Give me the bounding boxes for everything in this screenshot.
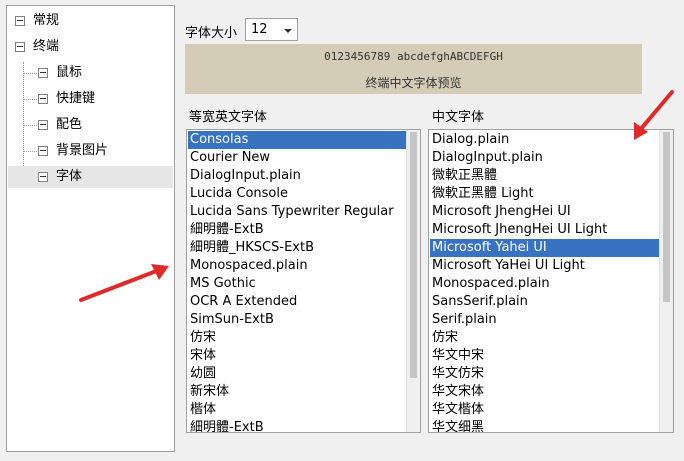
font-list-item[interactable]: 华文细黑 — [430, 419, 659, 432]
font-list-item[interactable]: OCR A Extended — [188, 293, 406, 311]
tree-item-font[interactable]: 字体 — [8, 166, 173, 188]
tree-item-general[interactable]: 常规 — [15, 10, 59, 32]
font-list-item[interactable]: 微軟正黑體 — [430, 167, 659, 185]
collapse-icon[interactable] — [15, 42, 25, 52]
chevron-down-icon — [284, 29, 292, 33]
font-list-item[interactable]: Microsoft JhengHei UI Light — [430, 221, 659, 239]
font-list-item[interactable]: Serif.plain — [430, 311, 659, 329]
preview-sample-text: 0123456789 abcdefghABCDEFGH — [324, 50, 503, 63]
chinese-font-scrollbar[interactable] — [659, 130, 673, 432]
font-list-item[interactable]: 华文中宋 — [430, 347, 659, 365]
tree-item-colors[interactable]: 配色 — [38, 114, 82, 136]
font-list-item[interactable]: 細明體-ExtB — [188, 419, 406, 432]
font-list-item[interactable]: 华文楷体 — [430, 401, 659, 419]
font-list-item[interactable]: DialogInput.plain — [188, 167, 406, 185]
tree-item-background-image[interactable]: 背景图片 — [38, 140, 108, 162]
tree-item-shortcuts[interactable]: 快捷键 — [38, 88, 95, 110]
english-font-items: Consolas Courier New DialogInput.plain Luci… — [188, 131, 406, 432]
tree-item-label: 背景图片 — [56, 143, 109, 158]
font-size-label: 字体大小 — [185, 26, 238, 41]
english-font-heading: 等宽英文字体 — [189, 110, 268, 125]
tree-item-label: 快捷键 — [56, 91, 96, 106]
font-list-item[interactable]: 华文仿宋 — [430, 365, 659, 383]
font-list-item[interactable]: DialogInput.plain — [430, 149, 659, 167]
font-list-item[interactable]: 宋体 — [188, 347, 406, 365]
tree-item-terminal[interactable]: 终端 — [15, 36, 59, 58]
font-list-item[interactable]: Microsoft JhengHei UI — [430, 203, 659, 221]
tree-connector — [23, 73, 37, 74]
font-list-item[interactable]: Microsoft Yahei UI — [430, 239, 659, 257]
settings-tree: 常规 终端 鼠标 快捷键 配色 背景图片 字体 — [6, 5, 175, 452]
collapse-icon[interactable] — [38, 94, 48, 104]
collapse-icon[interactable] — [38, 172, 48, 182]
tree-connector — [23, 151, 37, 152]
font-list-item[interactable]: Dialog.plain — [430, 131, 659, 149]
font-list-item[interactable]: Monospaced.plain — [188, 257, 406, 275]
font-list-item[interactable]: Courier New — [188, 149, 406, 167]
collapse-icon[interactable] — [38, 68, 48, 78]
scrollbar-thumb[interactable] — [663, 132, 670, 302]
font-list-item[interactable]: 幼圆 — [188, 365, 406, 383]
font-preview: 0123456789 abcdefghABCDEFGH 终端中文字体预览 — [185, 44, 642, 94]
tree-item-label: 终端 — [33, 39, 60, 54]
font-size-select[interactable]: 12 — [245, 18, 298, 41]
font-list-item[interactable]: 楷体 — [188, 401, 406, 419]
tree-connector — [23, 62, 24, 182]
font-list-item[interactable]: SansSerif.plain — [430, 293, 659, 311]
annotation-arrow-icon — [634, 90, 674, 140]
font-list-item[interactable]: 华文宋体 — [430, 383, 659, 401]
collapse-icon[interactable] — [38, 120, 48, 130]
chinese-font-heading: 中文字体 — [432, 110, 485, 125]
collapse-icon[interactable] — [38, 146, 48, 156]
font-list-item[interactable]: MS Gothic — [188, 275, 406, 293]
english-font-list[interactable]: Consolas Courier New DialogInput.plain Luci… — [186, 129, 421, 433]
font-list-item[interactable]: 微軟正黑體 Light — [430, 185, 659, 203]
preview-chinese-text: 终端中文字体预览 — [365, 76, 462, 90]
font-list-item[interactable]: SimSun-ExtB — [188, 311, 406, 329]
font-list-item[interactable]: 仿宋 — [188, 329, 406, 347]
chinese-font-list[interactable]: Dialog.plain DialogInput.plain 微軟正黑體 微軟正黑體 … — [428, 129, 674, 433]
font-list-item[interactable]: 細明體_HKSCS-ExtB — [188, 239, 406, 257]
font-list-item[interactable]: Lucida Console — [188, 185, 406, 203]
font-list-item[interactable]: Microsoft YaHei UI Light — [430, 257, 659, 275]
tree-connector — [23, 99, 37, 100]
font-list-item[interactable]: Monospaced.plain — [430, 275, 659, 293]
font-list-item[interactable]: 仿宋 — [430, 329, 659, 347]
scrollbar-thumb[interactable] — [410, 132, 417, 378]
font-list-item[interactable]: Lucida Sans Typewriter Regular — [188, 203, 406, 221]
tree-item-label: 常规 — [33, 13, 60, 28]
tree-item-label: 配色 — [56, 117, 83, 132]
english-font-scrollbar[interactable] — [406, 130, 420, 432]
font-list-item[interactable]: 新宋体 — [188, 383, 406, 401]
font-list-item[interactable]: 細明體-ExtB — [188, 221, 406, 239]
tree-item-label: 字体 — [56, 169, 83, 184]
tree-item-mouse[interactable]: 鼠标 — [38, 62, 82, 84]
annotation-arrow-icon — [79, 264, 169, 302]
collapse-icon[interactable] — [15, 16, 25, 26]
font-size-value: 12 — [251, 22, 268, 37]
tree-item-label: 鼠标 — [56, 65, 83, 80]
chinese-font-items: Dialog.plain DialogInput.plain 微軟正黑體 微軟正黑體 … — [430, 131, 659, 432]
tree-connector — [23, 125, 37, 126]
font-list-item[interactable]: Consolas — [188, 131, 406, 149]
